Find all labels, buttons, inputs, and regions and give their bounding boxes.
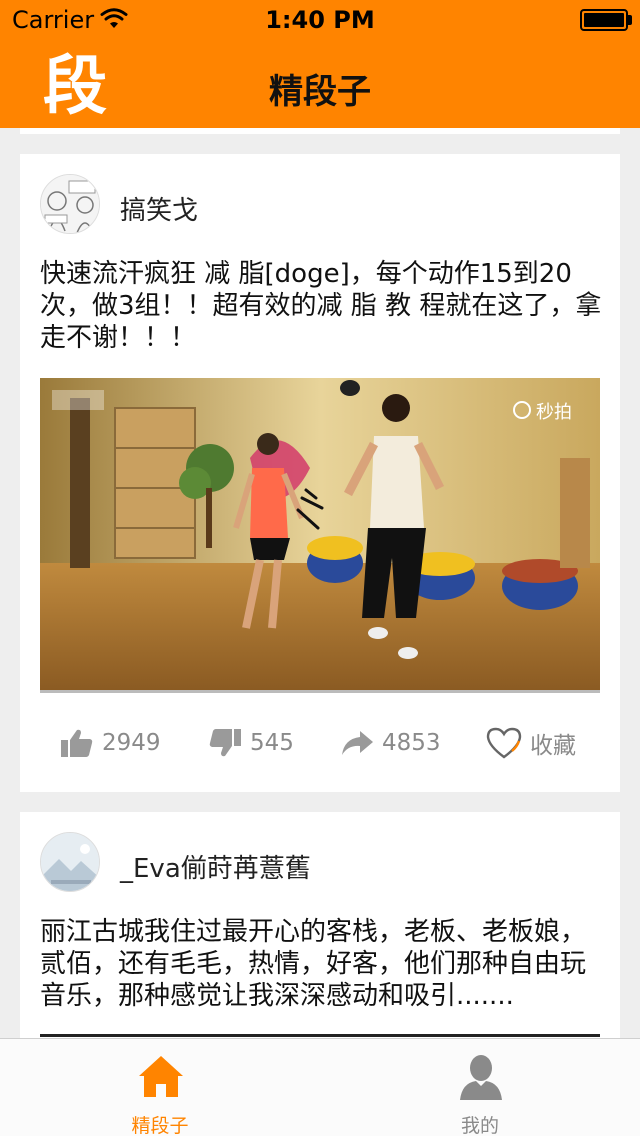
avatar[interactable] — [40, 832, 100, 892]
post-card[interactable]: 搞笑戈 快速流汗疯狂 减 脂[doge]，每个动作15到20次，做3组！！超有效… — [20, 154, 620, 792]
battery-icon — [580, 9, 628, 31]
like-count: 2949 — [102, 730, 161, 756]
tab-label: 精段子 — [131, 1115, 189, 1136]
clock: 1:40 PM — [265, 6, 375, 34]
home-icon — [139, 1056, 183, 1097]
video-player[interactable]: 秒拍 — [40, 378, 600, 692]
dislike-count: 545 — [250, 730, 294, 756]
person-icon — [460, 1055, 502, 1100]
page-title: 精段子 — [269, 72, 371, 112]
thumbs-down-icon — [209, 729, 241, 757]
share-arrow-icon — [342, 731, 373, 755]
post-text: 快速流汗疯狂 减 脂[doge]，每个动作15到20次，做3组！！超有效的减 脂… — [40, 259, 602, 353]
tab-bar: 精段子 我的 — [0, 1038, 640, 1136]
tab-mine[interactable]: 我的 — [320, 1039, 640, 1136]
feed-list[interactable]: 搞笑戈 快速流汗疯狂 减 脂[doge]，每个动作15到20次，做3组！！超有效… — [0, 128, 640, 1038]
heart-icon — [486, 727, 522, 759]
favorite-label: 收藏 — [530, 733, 576, 759]
post-text: 丽江古城我住过最开心的客栈，老板、老板娘，贰佰，还有毛毛，热情，好客，他们那种自… — [40, 917, 587, 1011]
share-button[interactable]: 4853 — [340, 719, 441, 767]
post-card[interactable]: _Eva偂莳苒薏舊 丽江古城我住过最开心的客栈，老板、老板娘，贰佰，还有毛毛，热… — [20, 812, 620, 1038]
svg-text:秒拍: 秒拍 — [536, 402, 572, 423]
media-top-edge — [40, 1034, 600, 1037]
post-actions: 2949 545 4853 收藏 — [20, 719, 620, 767]
battery-tip — [628, 15, 632, 25]
username[interactable]: 搞笑戈 — [120, 190, 198, 227]
status-bar: Carrier 1:40 PM — [0, 0, 640, 40]
avatar[interactable] — [40, 174, 100, 234]
dislike-button[interactable]: 545 — [208, 719, 294, 767]
like-button[interactable]: 2949 — [60, 719, 161, 767]
nav-bar: 段 精段子 — [0, 40, 640, 128]
thumbs-up-icon — [61, 729, 93, 757]
favorite-button[interactable]: 收藏 — [486, 719, 576, 767]
previous-card-edge — [20, 128, 620, 134]
video-progress-bar — [40, 690, 600, 693]
share-count: 4853 — [382, 730, 441, 756]
username[interactable]: _Eva偂莳苒薏舊 — [120, 848, 311, 885]
tab-label: 我的 — [460, 1115, 499, 1136]
tab-home[interactable]: 精段子 — [0, 1039, 320, 1136]
